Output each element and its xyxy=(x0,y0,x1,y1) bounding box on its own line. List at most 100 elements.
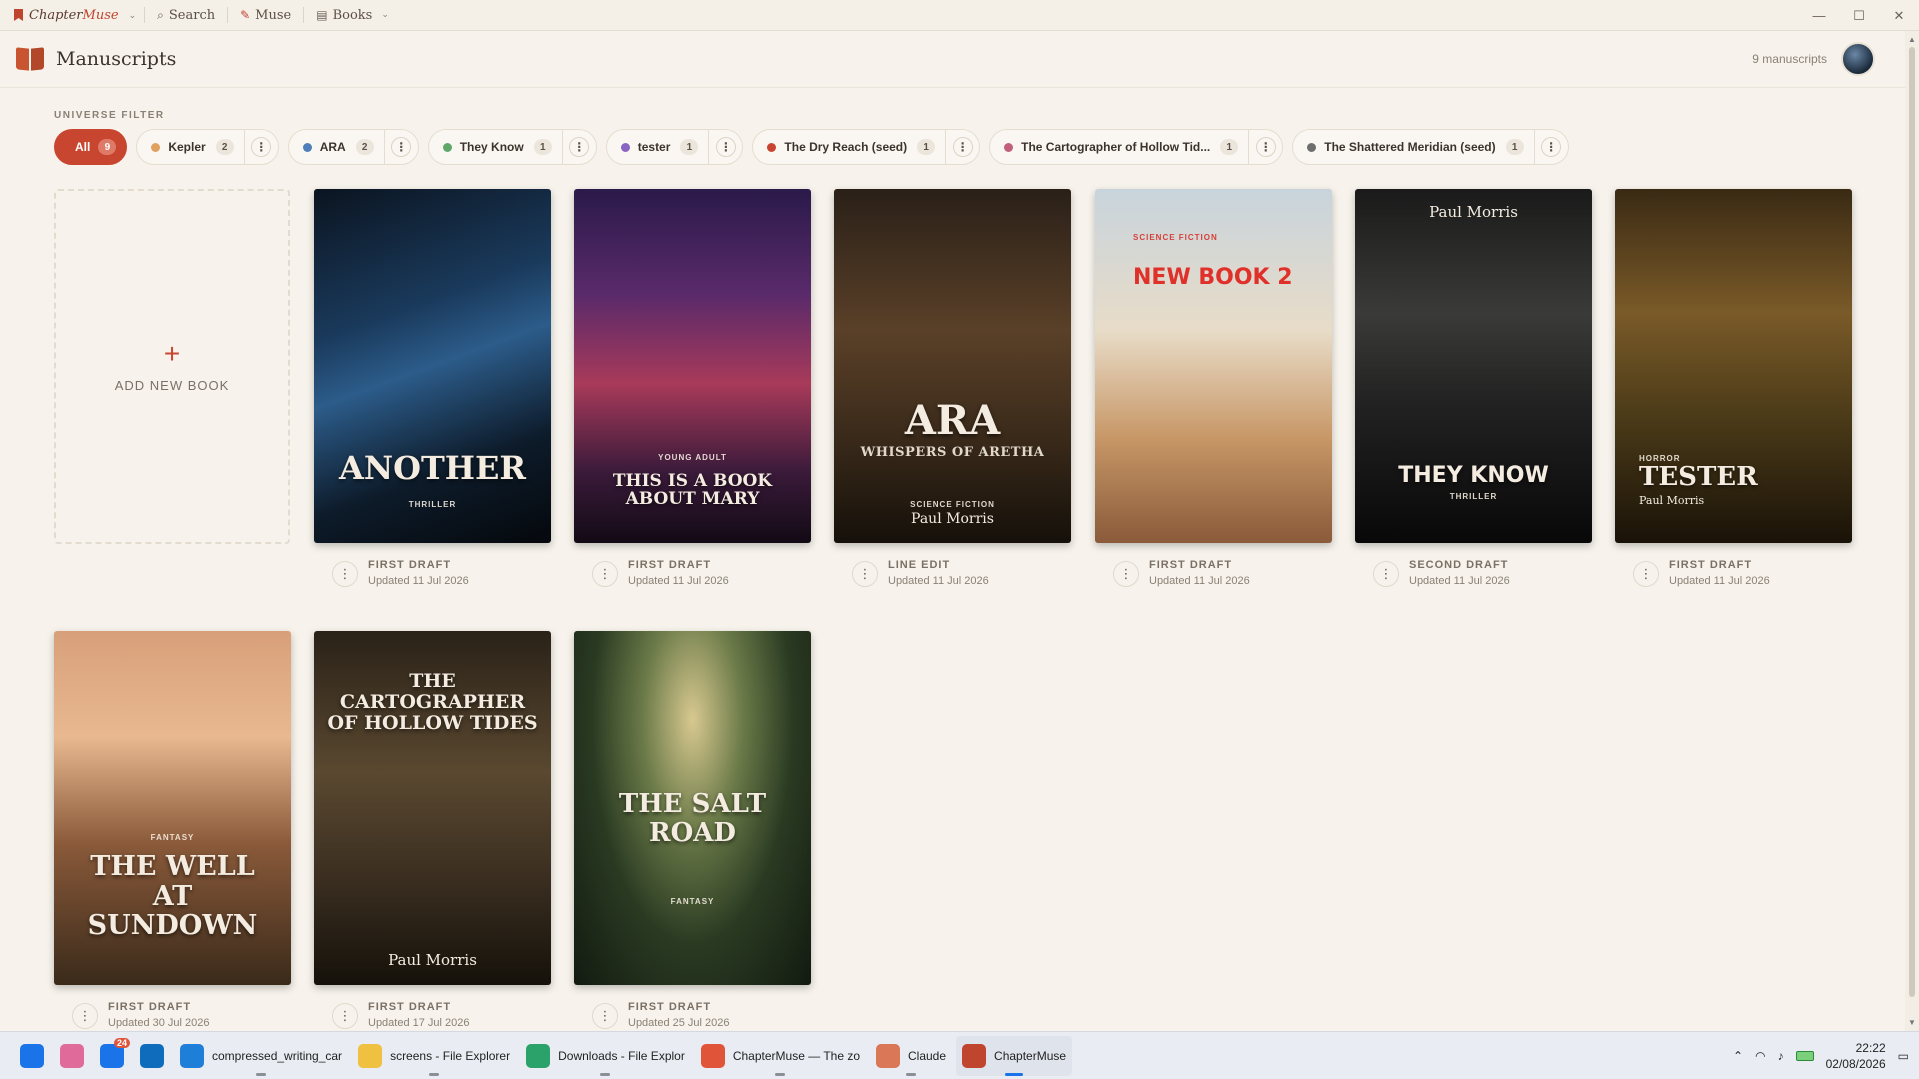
chip-more-button[interactable]: ⋮ xyxy=(1533,129,1568,165)
books-menu[interactable]: ▤ Books ⌄ xyxy=(312,8,393,23)
app-menu[interactable]: ChapterMuse ⌄ xyxy=(0,8,136,23)
chevron-down-icon: ⌄ xyxy=(381,10,389,20)
book-options-button[interactable]: ⋮ xyxy=(592,561,618,587)
book-options-button[interactable]: ⋮ xyxy=(332,1003,358,1029)
kebab-icon: ⋮ xyxy=(1379,566,1393,581)
book-meta-text: SECOND DRAFT Updated 11 Jul 2026 xyxy=(1409,559,1510,587)
book-options-button[interactable]: ⋮ xyxy=(852,561,878,587)
volume-icon[interactable]: ♪ xyxy=(1778,1049,1784,1063)
chip-more-button[interactable]: ⋮ xyxy=(383,129,418,165)
book-cover[interactable]: THE SALT ROAD FANTASY xyxy=(574,631,811,985)
title-bar: ChapterMuse ⌄ ⌕ Search ✎ Muse ▤ Books ⌄ … xyxy=(0,0,1919,31)
search-menu[interactable]: ⌕ Search xyxy=(153,8,219,23)
book-stage: LINE EDIT xyxy=(888,559,951,571)
kebab-icon: ⋮ xyxy=(391,137,412,157)
book-card[interactable]: YOUNG ADULT THIS IS A BOOK ABOUT MARY ⋮ FIR… xyxy=(574,189,811,587)
battery-icon[interactable] xyxy=(1795,1051,1814,1061)
book-card[interactable]: SCIENCE FICTION NEW BOOK 2 ⋮ FIRST DRAFT Upd… xyxy=(1095,189,1332,587)
book-meta: ⋮ FIRST DRAFT Updated 11 Jul 2026 xyxy=(574,559,811,587)
book-title: THIS IS A BOOK ABOUT MARY xyxy=(612,470,773,510)
wifi-icon[interactable]: ◠ xyxy=(1755,1049,1765,1063)
taskbar-item[interactable] xyxy=(134,1036,170,1076)
taskbar-item[interactable]: ChapterMuse — The zo xyxy=(695,1036,866,1076)
chip-more-button[interactable]: ⋮ xyxy=(945,129,979,165)
book-meta-text: FIRST DRAFT Updated 11 Jul 2026 xyxy=(628,559,729,587)
scroll-up-icon[interactable]: ▲ xyxy=(1908,35,1916,44)
book-cover[interactable]: Paul Morris THEY KNOW THRILLER xyxy=(1355,189,1592,543)
add-new-book-button[interactable]: + ADD NEW BOOK xyxy=(54,189,290,544)
taskbar-item[interactable]: compressed_writing_car xyxy=(174,1036,348,1076)
chip-more-button[interactable]: ⋮ xyxy=(708,129,742,165)
book-options-button[interactable]: ⋮ xyxy=(332,561,358,587)
book-title: NEW BOOK 2 xyxy=(1133,265,1293,290)
book-cover[interactable]: YOUNG ADULT THIS IS A BOOK ABOUT MARY xyxy=(574,189,811,543)
taskbar-item[interactable]: ChapterMuse xyxy=(956,1035,1073,1076)
scrollbar[interactable]: ▲ ▼ xyxy=(1905,31,1919,1031)
filter-chip[interactable]: The Cartographer of Hollow Tid... 1 ⋮ xyxy=(989,129,1284,165)
scroll-thumb[interactable] xyxy=(1909,47,1915,997)
book-subtitle: WHISPERS OF ARETHA xyxy=(860,445,1045,460)
book-card[interactable]: THE SALT ROAD FANTASY ⋮ FIRST DRAFT Updated … xyxy=(574,631,811,1029)
filter-chip[interactable]: All 9 xyxy=(54,129,128,165)
feather-icon: ✎ xyxy=(240,8,251,22)
taskbar-item[interactable]: screens - File Explorer xyxy=(352,1036,516,1076)
minimize-button[interactable]: — xyxy=(1799,0,1839,31)
book-meta-text: FIRST DRAFT Updated 30 Jul 2026 xyxy=(108,1001,210,1029)
filter-chip[interactable]: The Shattered Meridian (seed) 1 ⋮ xyxy=(1292,129,1569,165)
book-meta-text: FIRST DRAFT Updated 17 Jul 2026 xyxy=(368,1001,470,1029)
filter-chip[interactable]: Kepler 2 ⋮ xyxy=(136,129,279,165)
book-cover[interactable]: THE CARTOGRAPHER OF HOLLOW TIDES Paul Mor… xyxy=(314,631,551,985)
book-card[interactable]: ANOTHER THRILLER ⋮ FIRST DRAFT Updated 11 Ju… xyxy=(314,189,551,587)
system-tray: ⌃ ◠ ♪ 22:22 02/08/2026 ▭ xyxy=(1733,1032,1909,1079)
filter-chip-label: The Shattered Meridian (seed) xyxy=(1324,140,1496,154)
filter-chip[interactable]: ARA 2 ⋮ xyxy=(287,129,419,165)
book-card[interactable]: FANTASY THE WELL AT SUNDOWN ⋮ FIRST DRAFT Up… xyxy=(54,631,291,1029)
taskbar-item[interactable]: Downloads - File Explor xyxy=(520,1036,691,1076)
book-card[interactable]: HORROR TESTER Paul Morris ⋮ FIRST DRAFT Updat… xyxy=(1615,189,1852,587)
muse-menu[interactable]: ✎ Muse xyxy=(236,8,295,23)
clock[interactable]: 22:22 02/08/2026 xyxy=(1826,1040,1886,1072)
chip-more-button[interactable]: ⋮ xyxy=(243,129,278,165)
filter-chip-count: 1 xyxy=(1220,139,1239,155)
chip-more-button[interactable]: ⋮ xyxy=(561,129,596,165)
book-icon: ▤ xyxy=(316,8,328,22)
clock-date: 02/08/2026 xyxy=(1825,1057,1886,1071)
filter-chip[interactable]: The Dry Reach (seed) 1 ⋮ xyxy=(752,129,981,165)
divider xyxy=(144,7,146,23)
color-dot-icon xyxy=(302,142,312,152)
close-button[interactable]: ✕ xyxy=(1879,0,1919,31)
book-title: TESTER xyxy=(1639,462,1758,493)
chip-more-button[interactable]: ⋮ xyxy=(1248,129,1282,165)
book-genre: YOUNG ADULT xyxy=(658,452,727,462)
taskbar-item[interactable]: 24 xyxy=(94,1036,130,1076)
book-options-button[interactable]: ⋮ xyxy=(592,1003,618,1029)
book-author: Paul Morris xyxy=(1639,494,1705,507)
avatar[interactable] xyxy=(1841,42,1875,76)
scroll-down-icon[interactable]: ▼ xyxy=(1908,1018,1916,1027)
book-options-button[interactable]: ⋮ xyxy=(72,1003,98,1029)
taskbar-item[interactable] xyxy=(54,1036,90,1076)
book-cover[interactable]: ARA WHISPERS OF ARETHA SCIENCE FICTION Paul… xyxy=(834,189,1071,543)
book-cover[interactable]: FANTASY THE WELL AT SUNDOWN xyxy=(54,631,291,985)
maximize-button[interactable]: ☐ xyxy=(1839,0,1879,31)
book-options-button[interactable]: ⋮ xyxy=(1633,561,1659,587)
book-card[interactable]: THE CARTOGRAPHER OF HOLLOW TIDES Paul Mor… xyxy=(314,631,551,1029)
book-card[interactable]: Paul Morris THEY KNOW THRILLER ⋮ SECOND DRAF… xyxy=(1355,189,1592,587)
book-card[interactable]: ARA WHISPERS OF ARETHA SCIENCE FICTION Paul… xyxy=(834,189,1071,587)
book-updated: Updated 11 Jul 2026 xyxy=(1409,575,1510,587)
book-cover[interactable]: ANOTHER THRILLER xyxy=(314,189,551,543)
book-options-button[interactable]: ⋮ xyxy=(1373,561,1399,587)
book-title: THEY KNOW xyxy=(1398,462,1549,488)
notification-icon[interactable]: ▭ xyxy=(1898,1049,1909,1063)
book-cover[interactable]: HORROR TESTER Paul Morris xyxy=(1615,189,1852,543)
chevron-up-icon[interactable]: ⌃ xyxy=(1733,1049,1743,1063)
app-name: ChapterMuse xyxy=(29,7,119,23)
claude-icon xyxy=(876,1043,900,1068)
bookmark-icon xyxy=(14,9,23,21)
book-options-button[interactable]: ⋮ xyxy=(1113,561,1139,587)
filter-chip[interactable]: tester 1 ⋮ xyxy=(605,129,744,165)
book-cover[interactable]: SCIENCE FICTION NEW BOOK 2 xyxy=(1095,189,1332,543)
taskbar-item[interactable]: Claude xyxy=(870,1036,952,1076)
taskbar-item[interactable] xyxy=(14,1036,50,1076)
filter-chip[interactable]: They Know 1 ⋮ xyxy=(427,129,597,165)
